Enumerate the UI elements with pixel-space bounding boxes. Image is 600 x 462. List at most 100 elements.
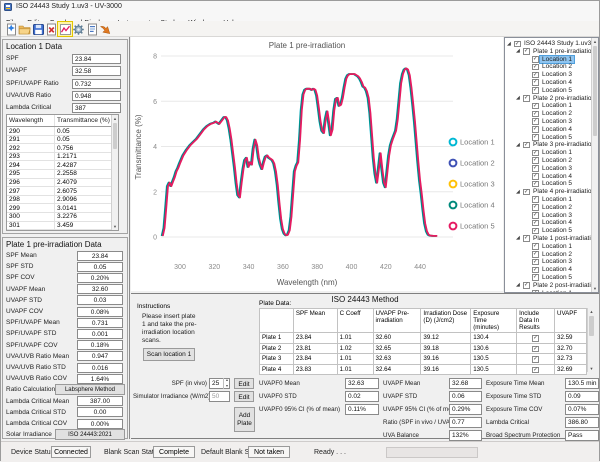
legend-item-location-5[interactable]: Location 5 (450, 222, 495, 231)
tree-label[interactable]: Plate 1 pre-irradiation (531, 48, 597, 56)
tree-checkbox[interactable]: ✓ (532, 157, 539, 164)
tree-item-location-5[interactable]: ✓Location 5 (505, 134, 598, 142)
broad-spectrum-protection-value[interactable]: Pass (565, 430, 599, 441)
edit-spf-button[interactable]: Edit (234, 378, 254, 389)
tree-checkbox[interactable]: ✓ (523, 235, 530, 242)
ratio-spf-in-vivo-uvapf-value[interactable]: 0.77 (449, 417, 482, 428)
tree-label[interactable]: Location 5 (540, 134, 574, 142)
field-value-spf-std[interactable]: 0.05 (77, 262, 123, 272)
field-value-uva-uvb-ratio[interactable]: 0.948 (72, 91, 121, 101)
save-study-icon[interactable] (31, 22, 45, 36)
tree-checkbox[interactable]: ✓ (532, 228, 539, 235)
tree-item-location-4[interactable]: ✓Location 4 (505, 173, 598, 181)
table-row[interactable]: 2993.0141 (7, 204, 118, 213)
simulator-irradiance-field[interactable]: 50 (209, 391, 230, 402)
close-study-icon[interactable] (45, 22, 59, 36)
table-row[interactable]: 2931.2171 (7, 153, 118, 162)
tree-checkbox[interactable]: ✓ (532, 181, 539, 188)
tree-item-location-2[interactable]: ✓Location 2 (505, 63, 598, 71)
tree-item-location-4[interactable]: ✓Location 4 (505, 79, 598, 87)
col-header-transmittance[interactable]: Transmittance (%) (55, 115, 118, 126)
tree-label[interactable]: Location 1 (540, 196, 574, 204)
tree-item-location-5[interactable]: ✓Location 5 (505, 274, 598, 282)
tree-label[interactable]: Location 3 (540, 71, 574, 79)
field-value-spf-uvapf-mean[interactable]: 0.731 (77, 318, 123, 328)
tree-checkbox[interactable]: ✓ (523, 282, 530, 289)
instrument-settings-icon[interactable] (72, 22, 86, 36)
tree-checkbox[interactable]: ✓ (532, 173, 539, 180)
tree-item-location-3[interactable]: ✓Location 3 (505, 118, 598, 126)
tree-label[interactable]: Location 2 (540, 157, 574, 165)
tree-checkbox[interactable]: ✓ (523, 48, 530, 55)
tree-label[interactable]: Location 3 (540, 165, 574, 173)
tree-checkbox[interactable]: ✓ (532, 118, 539, 125)
tree-item-plate-3-pre-irradiation[interactable]: ◢✓Plate 3 pre-irradiation (505, 141, 598, 149)
tree-label[interactable]: Location 1 (540, 243, 574, 251)
new-study-icon[interactable] (4, 22, 18, 36)
tree-label[interactable]: Plate 3 pre-irradiation (531, 141, 597, 149)
tree-label-selected[interactable]: Location 1 (540, 56, 574, 64)
table-row[interactable]: 2942.4287 (7, 161, 118, 170)
tree-checkbox[interactable]: ✓ (532, 79, 539, 86)
uvapf-std-value[interactable]: 0.06 (449, 391, 482, 402)
uvapf0-mean-value[interactable]: 32.63 (345, 378, 379, 389)
tree-scrollbar[interactable]: ▲▼ (591, 38, 598, 292)
tree-item-location-1[interactable]: ✓Location 1 (505, 149, 598, 157)
include-checkbox[interactable]: ✓ (532, 356, 539, 363)
table-row[interactable]: 2900.05 (7, 127, 118, 136)
table-row[interactable]: 2972.6075 (7, 187, 118, 196)
expander-icon[interactable]: ◢ (516, 142, 520, 148)
field-value-uva-uvb-ratio-std[interactable]: 0.016 (77, 363, 123, 373)
expander-icon[interactable]: ◢ (507, 41, 511, 47)
wavelength-table[interactable]: WavelengthTransmittance (%)2900.052910.0… (6, 114, 119, 231)
tree-item-location-2[interactable]: ✓Location 2 (505, 204, 598, 212)
field-value-uvapf-cov[interactable]: 0.08% (77, 307, 123, 317)
include-checkbox[interactable]: ✓ (532, 335, 539, 342)
report-icon[interactable] (85, 22, 99, 36)
tree-label[interactable]: Location 3 (540, 118, 574, 126)
expander-icon[interactable]: ◢ (516, 48, 520, 54)
tree-checkbox[interactable]: ✓ (532, 103, 539, 110)
table-row[interactable]: 2962.4079 (7, 179, 118, 188)
legend-item-location-3[interactable]: Location 3 (450, 180, 495, 189)
tree-checkbox[interactable]: ✓ (532, 134, 539, 141)
tree-item-location-4[interactable]: ✓Location 4 (505, 266, 598, 274)
tree-label[interactable]: Location 4 (540, 219, 574, 227)
study-tree[interactable]: ◢✓ISO 24443 Study 1.uv3◢✓Plate 1 pre-irr… (504, 37, 599, 293)
tree-checkbox[interactable]: ✓ (532, 72, 539, 79)
plate-table-row[interactable]: Plate 123.841.0132.6039.12130.4✓32.59 (260, 333, 587, 344)
tree-item-plate-2-post-irradiation[interactable]: ◢✓Plate 2 post-irradiation (505, 282, 598, 290)
tree-checkbox[interactable]: ✓ (514, 41, 521, 48)
table-row[interactable]: 2910.05 (7, 136, 118, 145)
exposure-time-std-value[interactable]: 0.09 (565, 391, 599, 402)
tree-label[interactable]: Location 1 (540, 149, 574, 157)
field-value-uvapf[interactable]: 32.58 (72, 66, 121, 76)
tree-checkbox[interactable]: ✓ (532, 243, 539, 250)
solar-irradiance-button[interactable]: ISO 24443:2021 (55, 429, 125, 440)
exposure-time-cov-value[interactable]: 0.07% (565, 404, 599, 415)
tree-label[interactable]: Location 5 (540, 180, 574, 188)
uvapf-mean-value[interactable]: 32.68 (449, 378, 482, 389)
plate-table-scrollbar[interactable]: ▲▼ (587, 308, 595, 372)
add-plate-button[interactable]: AddPlate (234, 407, 255, 432)
tree-label[interactable]: Location 4 (540, 266, 574, 274)
tree-item-location-3[interactable]: ✓Location 3 (505, 212, 598, 220)
field-value-uvapf-mean[interactable]: 32.60 (77, 284, 123, 294)
tree-label[interactable]: Location 3 (540, 212, 574, 220)
expander-icon[interactable]: ◢ (516, 189, 520, 195)
tree-label[interactable]: Location 2 (540, 204, 574, 212)
tree-item-location-3[interactable]: ✓Location 3 (505, 165, 598, 173)
graph-icon[interactable] (58, 22, 72, 36)
tree-label[interactable]: Plate 2 post-irradiation (531, 282, 599, 290)
tree-label[interactable]: Location 4 (540, 173, 574, 181)
ratio-calculation-button[interactable]: Labsphere Method (55, 384, 125, 395)
field-value-uva-uvb-ratio-cov[interactable]: 1.64% (77, 374, 123, 384)
field-value-spf-uvapf-ratio[interactable]: 0.732 (72, 79, 121, 89)
legend-item-location-2[interactable]: Location 2 (450, 159, 495, 168)
tree-item-iso-24443-study-1-uv3[interactable]: ◢✓ISO 24443 Study 1.uv3 (505, 40, 598, 48)
uvapf-95-ci-of-mean-value[interactable]: 0.29% (449, 404, 482, 415)
tree-label[interactable]: Location 4 (540, 79, 574, 87)
table-row[interactable]: 3003.2276 (7, 213, 118, 222)
uvapf0-95-ci-of-mean-value[interactable]: 0.11% (345, 404, 379, 415)
expander-icon[interactable]: ◢ (516, 235, 520, 241)
